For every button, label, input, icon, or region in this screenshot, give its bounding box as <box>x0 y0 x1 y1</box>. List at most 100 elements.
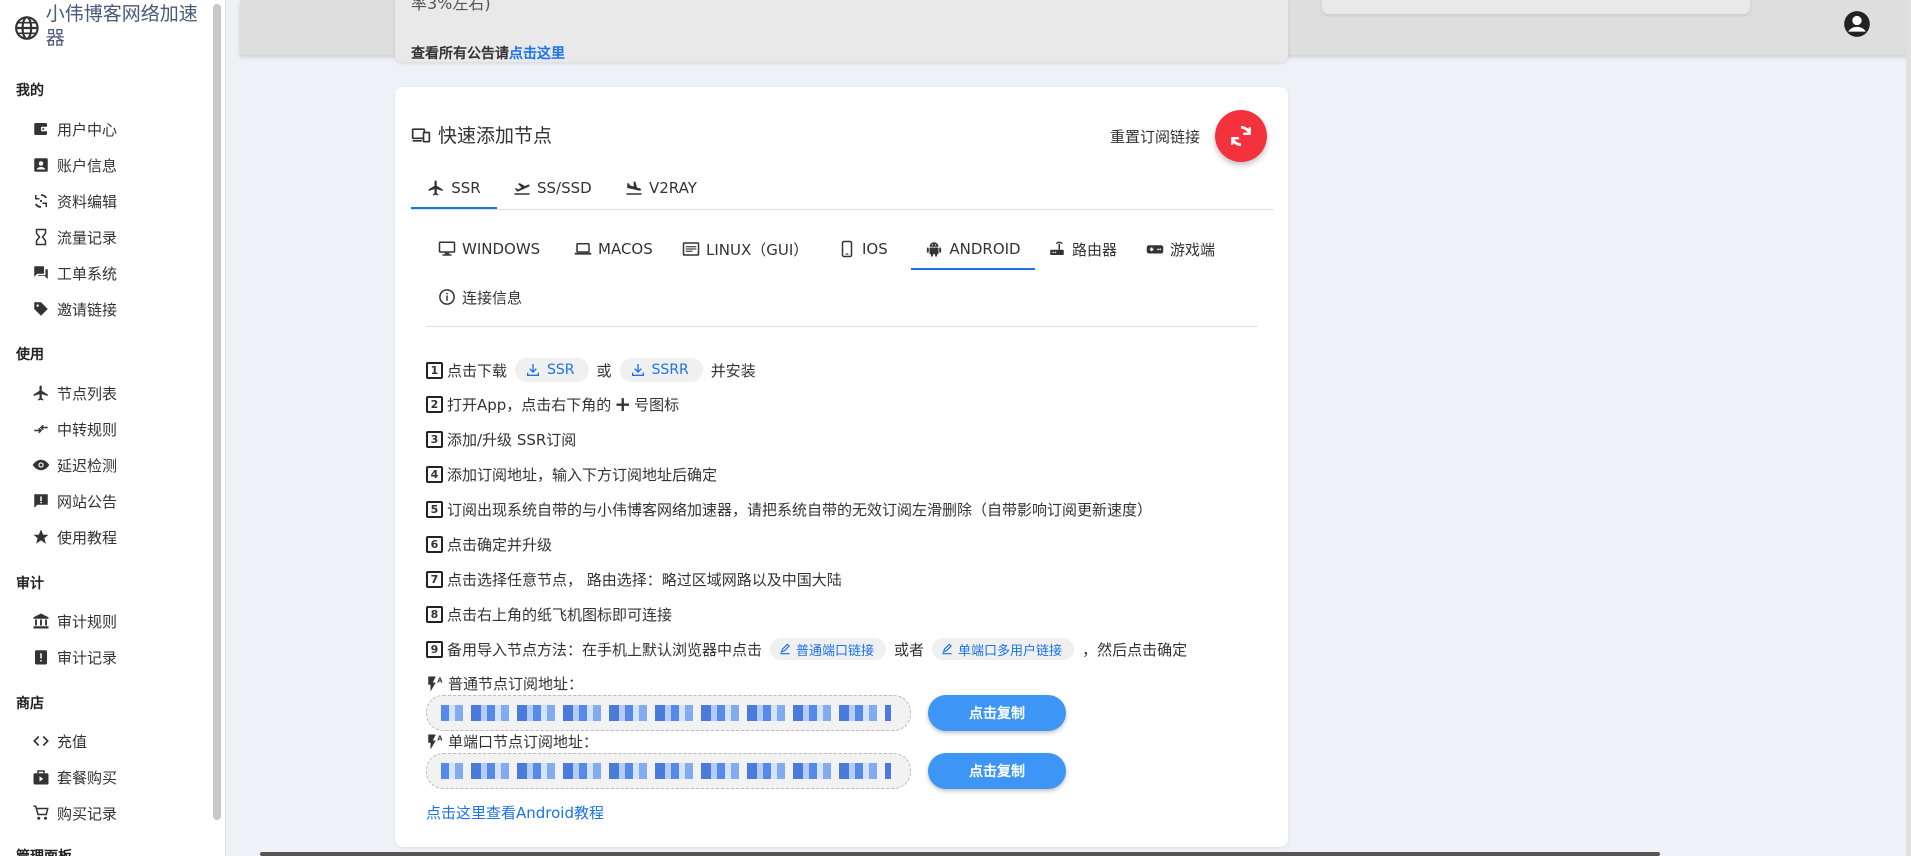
sidebar-item-buy-plan[interactable]: 套餐购买 <box>30 761 210 793</box>
desktop-icon <box>438 241 456 256</box>
sidebar-item-announcement[interactable]: 网站公告 <box>30 485 210 517</box>
single-sub-url-field[interactable] <box>426 753 911 789</box>
announcement-card: 率3%左右) 查看所有公告请点击这里 <box>395 0 1288 62</box>
download-ssr-button[interactable]: SSR <box>515 358 589 382</box>
download-icon <box>631 364 644 376</box>
globe-icon <box>15 16 39 40</box>
redacted-url <box>441 705 891 721</box>
step-4: 4 添加订阅地址，输入下方订阅地址后确定 <box>426 461 717 487</box>
step-3: 3 添加/升级 SSR订阅 <box>426 426 576 452</box>
forum-icon <box>30 262 52 284</box>
step-8: 8 点击右上角的纸飞机图标即可连接 <box>426 601 672 627</box>
airplane-icon <box>428 180 444 196</box>
star-icon <box>30 526 52 548</box>
download-ssrr-button[interactable]: SSRR <box>619 358 703 382</box>
flight-land-icon <box>626 181 642 195</box>
vertical-scrollbar[interactable] <box>1906 0 1911 856</box>
transit-icon <box>30 418 52 440</box>
tab-connection-info[interactable]: 连接信息 <box>438 278 522 316</box>
step-number-icon: 6 <box>426 535 443 553</box>
sync-icon <box>30 190 52 212</box>
flash-auto-icon: A <box>428 676 443 691</box>
gamepad-icon <box>1146 245 1164 254</box>
sidebar-item-audit-log[interactable]: 审计记录 <box>30 641 210 673</box>
reset-subscription-button[interactable] <box>1215 110 1267 162</box>
copy-single-sub-button[interactable]: 点击复制 <box>928 753 1066 789</box>
step-number-icon: 3 <box>426 430 443 448</box>
normal-sub-label: A 普通节点订阅地址： <box>426 673 583 694</box>
group-label-admin: 管理面板 <box>16 846 72 856</box>
step-number-icon: 4 <box>426 465 443 483</box>
sidebar-item-purchase-log[interactable]: 购买记录 <box>30 797 210 829</box>
info-card <box>1322 0 1750 14</box>
plus-icon: + <box>614 392 632 416</box>
brand-title: 小伟博客网络加速器 <box>45 3 198 49</box>
code-icon <box>30 730 52 752</box>
tab-router[interactable]: 路由器 <box>1048 230 1117 268</box>
single-port-link-button[interactable]: 单端口多用户链接 <box>932 638 1075 660</box>
normal-sub-url-field[interactable] <box>426 695 911 731</box>
tab-ios[interactable]: IOS <box>838 230 888 268</box>
android-icon <box>927 242 942 257</box>
tab-v2ray[interactable]: V2RAY <box>625 169 697 207</box>
sidebar-item-node-list[interactable]: 节点列表 <box>30 377 210 409</box>
sidebar-scrollbar[interactable] <box>213 4 221 820</box>
sidebar: 小伟博客网络加速器 我的 用户中心 账户信息 资料编辑 流量记录 工单系统 邀请… <box>0 0 226 856</box>
tab-ss-ssd[interactable]: SS/SSD <box>513 169 592 207</box>
sidebar-item-account-info[interactable]: 账户信息 <box>30 149 210 181</box>
tab-linux[interactable]: LINUX（GUI） <box>682 230 808 268</box>
router-icon <box>1050 241 1064 255</box>
view-all-link[interactable]: 点击这里 <box>509 46 565 62</box>
sidebar-item-audit-rules[interactable]: 审计规则 <box>30 605 210 637</box>
tab-android[interactable]: ANDROID <box>911 230 1035 270</box>
brand[interactable]: 小伟博客网络加速器 <box>14 2 214 50</box>
sidebar-item-user-center[interactable]: 用户中心 <box>30 113 210 145</box>
laptop-icon <box>574 243 592 255</box>
sidebar-item-recharge[interactable]: 充值 <box>30 725 210 757</box>
group-label-use: 使用 <box>16 347 44 363</box>
step-number-icon: 8 <box>426 605 443 623</box>
group-label-mine: 我的 <box>16 83 44 99</box>
shop-icon <box>30 766 52 788</box>
tab-macos[interactable]: MACOS <box>574 230 653 268</box>
redacted-url <box>441 763 891 779</box>
quick-add-card: 快速添加节点 重置订阅链接 SSR SS/SSD V2RAY WINDOWS M… <box>395 87 1288 847</box>
copy-normal-sub-button[interactable]: 点击复制 <box>928 695 1066 731</box>
report-icon <box>30 646 52 668</box>
sidebar-item-ticket[interactable]: 工单系统 <box>30 257 210 289</box>
phone-icon <box>841 240 853 258</box>
airplane-icon <box>30 382 52 404</box>
step-9: 9 备用导入节点方法：在手机上默认浏览器中点击 普通端口链接 或者 单端口多用户… <box>426 636 1187 662</box>
sidebar-item-profile-edit[interactable]: 资料编辑 <box>30 185 210 217</box>
card-title: 快速添加节点 <box>411 121 552 148</box>
terminal-icon <box>682 242 700 256</box>
account-avatar-icon[interactable] <box>1843 10 1871 38</box>
protocol-tabs: SSR SS/SSD V2RAY <box>411 169 1274 210</box>
step-number-icon: 5 <box>426 500 443 518</box>
android-tutorial-link[interactable]: 点击这里查看Android教程 <box>426 802 604 823</box>
sidebar-item-relay-rules[interactable]: 中转规则 <box>30 413 210 445</box>
edit-icon <box>780 643 790 655</box>
tab-ssr[interactable]: SSR <box>411 169 497 209</box>
svg-text:A: A <box>437 676 443 684</box>
sidebar-item-invite[interactable]: 邀请链接 <box>30 293 210 325</box>
tab-game[interactable]: 游戏端 <box>1146 230 1215 268</box>
step-7: 7 点击选择任意节点， 路由选择：略过区域网路以及中国大陆 <box>426 566 842 592</box>
step-5: 5 订阅出现系统自带的与小伟博客网络加速器，请把系统自带的无效订阅左滑删除（自带… <box>426 496 1152 522</box>
step-1: 1 点击下载 SSR 或 SSRR 并安装 <box>426 357 756 383</box>
tab-windows[interactable]: WINDOWS <box>438 230 540 268</box>
sidebar-item-latency[interactable]: 延迟检测 <box>30 449 210 481</box>
step-2: 2 打开App，点击右下角的 + 号图标 <box>426 391 679 417</box>
sidebar-item-tutorial[interactable]: 使用教程 <box>30 521 210 553</box>
normal-port-link-button[interactable]: 普通端口链接 <box>770 638 887 660</box>
download-icon <box>527 364 540 376</box>
horizontal-scrollbar[interactable] <box>260 852 1660 856</box>
step-6: 6 点击确定并升级 <box>426 531 552 557</box>
svg-text:A: A <box>437 734 443 742</box>
platform-tabs: WINDOWS MACOS LINUX（GUI） IOS ANDROID 路由器… <box>426 230 1258 327</box>
step-number-icon: 1 <box>426 361 443 379</box>
reset-link-label: 重置订阅链接 <box>1110 128 1201 146</box>
single-sub-label: A 单端口节点订阅地址： <box>426 731 598 752</box>
bank-icon <box>30 610 52 632</box>
sidebar-item-traffic-log[interactable]: 流量记录 <box>30 221 210 253</box>
